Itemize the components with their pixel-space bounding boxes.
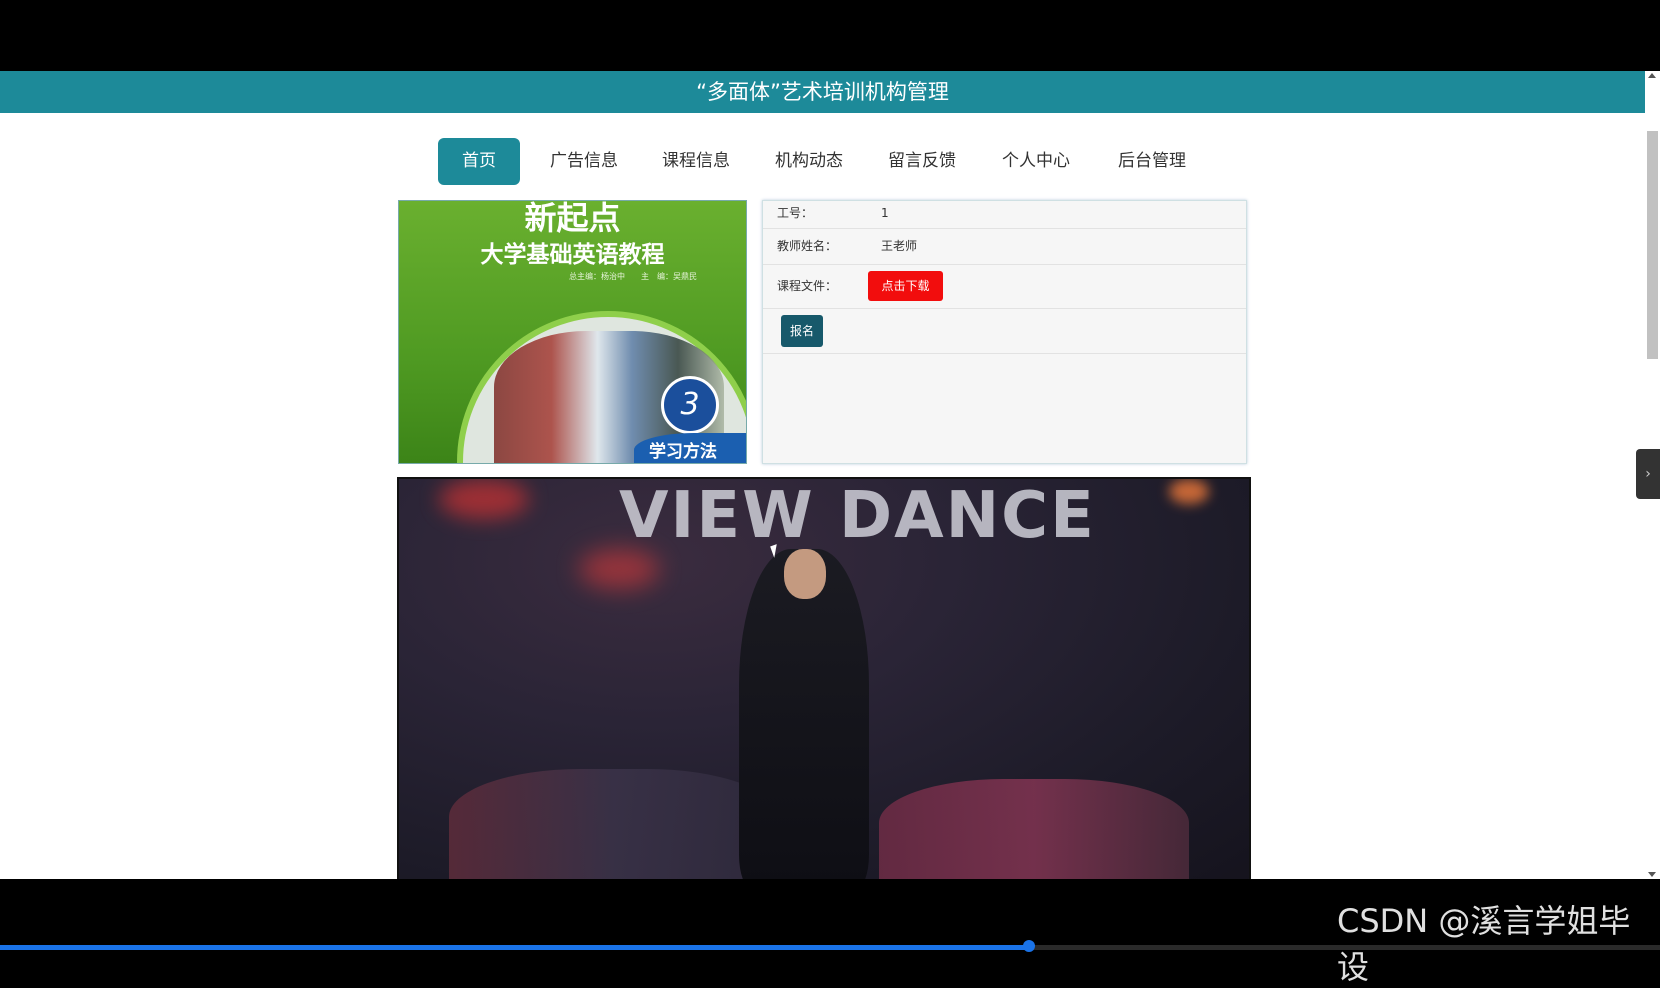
cover-credits: 总主编：杨治中 主 编：吴鼎民 <box>569 272 697 281</box>
stage-light <box>439 479 529 519</box>
course-info-panel: 工号： 1 教师姓名： 王老师 课程文件： 点击下载 报名 <box>762 200 1247 464</box>
page-header: “多面体”艺术培训机构管理 <box>0 71 1645 113</box>
video-progress-fill <box>0 945 1030 950</box>
course-file-label: 课程文件： <box>777 279 838 293</box>
course-cover-image: 新起点 大学基础英语教程 总主编：杨治中 主 编：吴鼎民 3 学习方法 <box>398 200 747 464</box>
main-nav: 首页 广告信息 课程信息 机构动态 留言反馈 个人中心 后台管理 <box>0 113 1645 208</box>
site-title: “多面体”艺术培训机构管理 <box>696 80 949 104</box>
video-wall-sign: VIEW DANCE <box>619 479 1096 553</box>
signup-row <box>763 309 1246 354</box>
teacher-name-row: 教师姓名： 王老师 <box>763 228 1246 265</box>
video-progress-handle[interactable] <box>1023 940 1036 952</box>
cover-title: 新起点 <box>524 200 621 237</box>
course-file-row: 课程文件： 点击下载 <box>763 265 1246 309</box>
cover-subtitle: 大学基础英语教程 <box>480 242 665 268</box>
teacher-name-label: 教师姓名： <box>777 239 838 253</box>
cover-volume-badge: 3 <box>661 376 719 434</box>
nav-news[interactable]: 机构动态 <box>763 138 855 185</box>
nav-home[interactable]: 首页 <box>438 138 520 185</box>
watermark: CSDN @溪言学姐毕设 <box>1337 902 1631 986</box>
teacher-id-label: 工号： <box>777 206 814 220</box>
lead-dancer-head <box>784 549 826 599</box>
teacher-id-row: 工号： 1 <box>763 201 1246 229</box>
side-expand-chevron-icon[interactable]: › <box>1636 449 1660 499</box>
stage-light <box>1169 479 1209 504</box>
cover-study-label: 学习方法 <box>649 442 717 462</box>
scroll-up-arrow-icon[interactable] <box>1648 73 1656 78</box>
signup-button[interactable]: 报名 <box>781 315 823 347</box>
nav-courses[interactable]: 课程信息 <box>650 138 742 185</box>
nav-admin[interactable]: 后台管理 <box>1106 138 1198 185</box>
nav-ads[interactable]: 广告信息 <box>538 138 630 185</box>
teacher-id-value: 1 <box>881 206 889 220</box>
nav-profile[interactable]: 个人中心 <box>990 138 1082 185</box>
scroll-down-arrow-icon[interactable] <box>1648 872 1656 877</box>
dancers-left <box>449 769 779 879</box>
video-progress-bar[interactable] <box>0 940 1660 952</box>
scroll-thumb[interactable] <box>1647 131 1658 359</box>
download-button[interactable]: 点击下载 <box>868 271 943 301</box>
browser-viewport: “多面体”艺术培训机构管理 首页 广告信息 课程信息 机构动态 留言反馈 个人中… <box>0 71 1645 879</box>
dancers-right <box>879 779 1189 879</box>
stage-light <box>579 549 659 589</box>
teacher-name-value: 王老师 <box>881 239 918 253</box>
nav-feedback[interactable]: 留言反馈 <box>876 138 968 185</box>
course-video-player[interactable]: VIEW DANCE <box>397 477 1251 879</box>
